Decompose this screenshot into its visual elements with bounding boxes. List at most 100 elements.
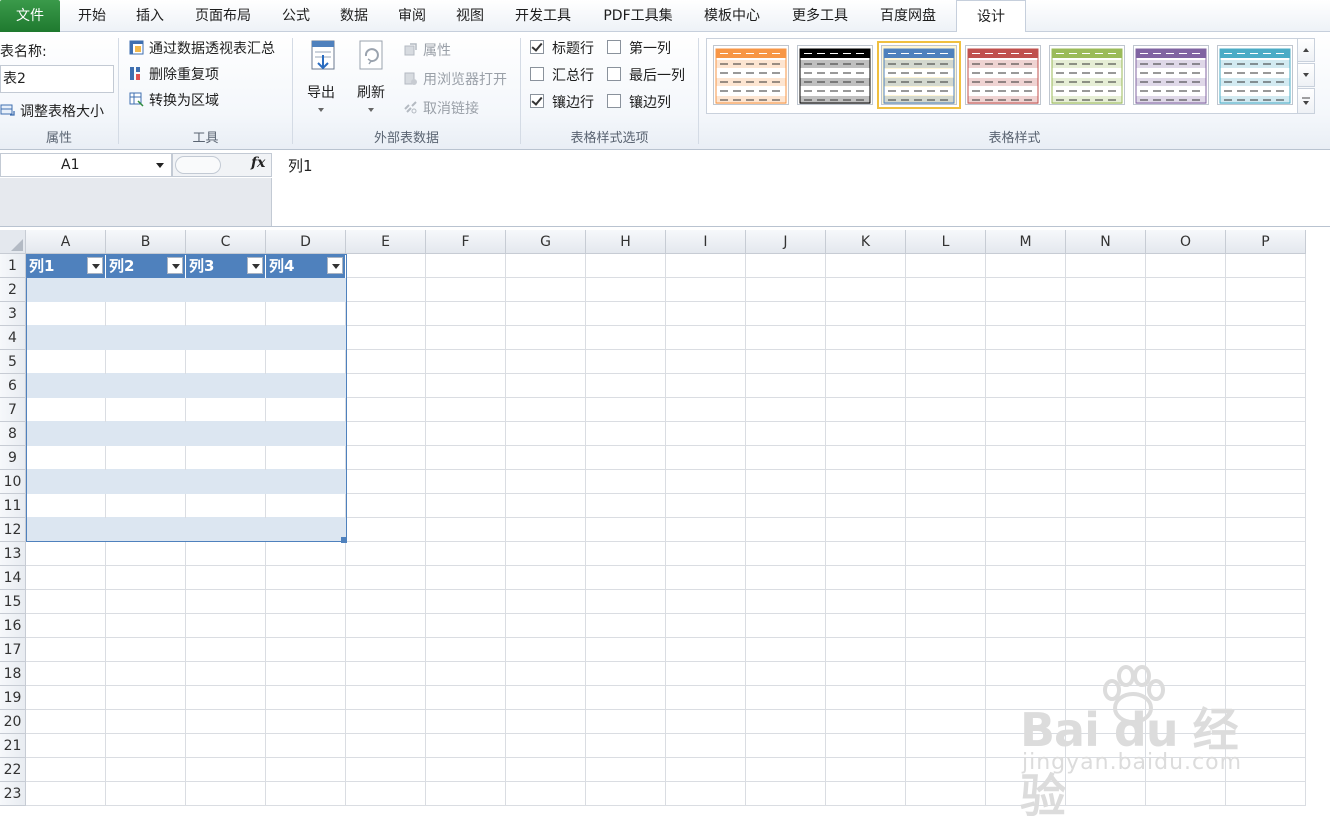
grid-cell[interactable] bbox=[986, 542, 1066, 566]
grid-cell[interactable] bbox=[106, 542, 186, 566]
table-cell[interactable] bbox=[26, 350, 106, 374]
unlink-button[interactable]: 取消链接 bbox=[423, 98, 479, 118]
grid-cell[interactable] bbox=[346, 638, 426, 662]
grid-cell[interactable] bbox=[186, 662, 266, 686]
grid-cell[interactable] bbox=[1226, 302, 1306, 326]
grid-cell[interactable] bbox=[1226, 518, 1306, 542]
grid-cell[interactable] bbox=[266, 590, 346, 614]
grid-cell[interactable] bbox=[666, 758, 746, 782]
grid-cell[interactable] bbox=[826, 758, 906, 782]
grid-cell[interactable] bbox=[186, 638, 266, 662]
grid-cell[interactable] bbox=[826, 494, 906, 518]
grid-cell[interactable] bbox=[826, 398, 906, 422]
row-header[interactable]: 12 bbox=[0, 518, 26, 542]
grid-cell[interactable] bbox=[586, 446, 666, 470]
grid-cell[interactable] bbox=[826, 374, 906, 398]
grid-cell[interactable] bbox=[26, 614, 106, 638]
formula-collapse-handle[interactable] bbox=[175, 156, 221, 174]
grid-cell[interactable] bbox=[346, 374, 426, 398]
row-header[interactable]: 10 bbox=[0, 470, 26, 494]
grid-cell[interactable] bbox=[1226, 494, 1306, 518]
grid-cell[interactable] bbox=[666, 566, 746, 590]
grid-cell[interactable] bbox=[666, 278, 746, 302]
grid-cell[interactable] bbox=[1146, 398, 1226, 422]
grid-cell[interactable] bbox=[1066, 302, 1146, 326]
table-style-swatch[interactable] bbox=[1049, 45, 1125, 105]
table-cell[interactable] bbox=[186, 350, 266, 374]
grid-cell[interactable] bbox=[506, 446, 586, 470]
grid-cell[interactable] bbox=[426, 350, 506, 374]
grid-cell[interactable] bbox=[26, 734, 106, 758]
grid-cell[interactable] bbox=[26, 542, 106, 566]
grid-cell[interactable] bbox=[1146, 254, 1226, 278]
grid-cell[interactable] bbox=[266, 734, 346, 758]
grid-cell[interactable] bbox=[826, 518, 906, 542]
grid-cell[interactable] bbox=[986, 374, 1066, 398]
table-cell[interactable] bbox=[186, 278, 266, 302]
row-header[interactable]: 7 bbox=[0, 398, 26, 422]
grid-cell[interactable] bbox=[26, 662, 106, 686]
grid-cell[interactable] bbox=[1226, 374, 1306, 398]
grid-cell[interactable] bbox=[346, 710, 426, 734]
grid-cell[interactable] bbox=[1066, 326, 1146, 350]
grid-cell[interactable] bbox=[1066, 422, 1146, 446]
grid-cell[interactable] bbox=[746, 782, 826, 806]
grid-cell[interactable] bbox=[906, 758, 986, 782]
grid-cell[interactable] bbox=[506, 662, 586, 686]
tab-data[interactable]: 数据 bbox=[326, 0, 382, 32]
table-cell[interactable] bbox=[266, 326, 346, 350]
grid-cell[interactable] bbox=[586, 518, 666, 542]
table-name-input[interactable]: 表2 bbox=[0, 65, 114, 93]
grid-cell[interactable] bbox=[426, 278, 506, 302]
grid-cell[interactable] bbox=[426, 638, 506, 662]
grid-cell[interactable] bbox=[1066, 566, 1146, 590]
row-header[interactable]: 19 bbox=[0, 686, 26, 710]
grid-cell[interactable] bbox=[426, 566, 506, 590]
grid-cell[interactable] bbox=[746, 542, 826, 566]
grid-cell[interactable] bbox=[826, 470, 906, 494]
export-button[interactable]: 导出 bbox=[301, 38, 341, 118]
grid-cell[interactable] bbox=[746, 374, 826, 398]
grid-cell[interactable] bbox=[746, 758, 826, 782]
grid-cell[interactable] bbox=[426, 782, 506, 806]
first-column-checkbox[interactable] bbox=[607, 40, 621, 54]
tab-home[interactable]: 开始 bbox=[62, 0, 122, 32]
grid-cell[interactable] bbox=[746, 254, 826, 278]
table-cell[interactable] bbox=[266, 422, 346, 446]
grid-cell[interactable] bbox=[426, 542, 506, 566]
grid-cell[interactable] bbox=[746, 302, 826, 326]
grid-cell[interactable] bbox=[346, 254, 426, 278]
grid-cell[interactable] bbox=[986, 422, 1066, 446]
grid-cell[interactable] bbox=[666, 638, 746, 662]
grid-cell[interactable] bbox=[346, 494, 426, 518]
row-header[interactable]: 3 bbox=[0, 302, 26, 326]
grid-cell[interactable] bbox=[346, 734, 426, 758]
row-header[interactable]: 21 bbox=[0, 734, 26, 758]
grid-cell[interactable] bbox=[826, 254, 906, 278]
grid-cell[interactable] bbox=[986, 614, 1066, 638]
grid-cell[interactable] bbox=[1146, 638, 1226, 662]
grid-cell[interactable] bbox=[506, 326, 586, 350]
grid-cell[interactable] bbox=[266, 758, 346, 782]
grid-cell[interactable] bbox=[1066, 542, 1146, 566]
grid-cell[interactable] bbox=[506, 686, 586, 710]
grid-cell[interactable] bbox=[1146, 446, 1226, 470]
fx-icon[interactable]: fx bbox=[251, 155, 265, 171]
grid-cell[interactable] bbox=[826, 638, 906, 662]
grid-cell[interactable] bbox=[266, 638, 346, 662]
grid-cell[interactable] bbox=[906, 374, 986, 398]
grid-cell[interactable] bbox=[1066, 446, 1146, 470]
grid-cell[interactable] bbox=[426, 734, 506, 758]
table-cell[interactable] bbox=[266, 518, 346, 542]
grid-cell[interactable] bbox=[906, 686, 986, 710]
grid-cell[interactable] bbox=[106, 566, 186, 590]
grid-cell[interactable] bbox=[106, 662, 186, 686]
grid-cell[interactable] bbox=[506, 566, 586, 590]
grid-cell[interactable] bbox=[986, 326, 1066, 350]
grid-cell[interactable] bbox=[26, 782, 106, 806]
grid-cell[interactable] bbox=[186, 734, 266, 758]
grid-cell[interactable] bbox=[1226, 278, 1306, 302]
grid-cell[interactable] bbox=[426, 470, 506, 494]
column-header[interactable]: B bbox=[106, 230, 186, 254]
column-header[interactable]: K bbox=[826, 230, 906, 254]
